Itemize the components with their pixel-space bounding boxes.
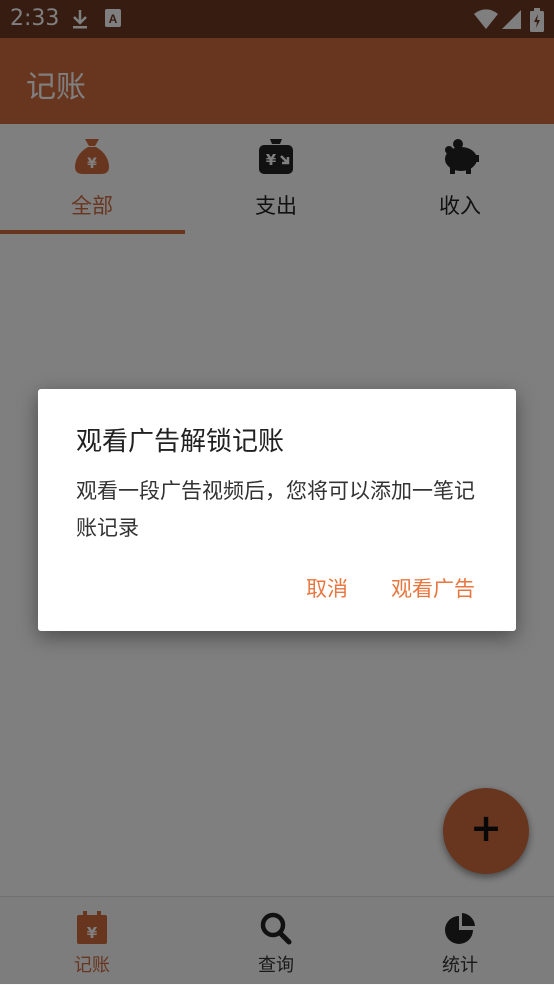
unlock-dialog: 观看广告解锁记账 观看一段广告视频后，您将可以添加一笔记账记录 取消 观看广告: [38, 389, 516, 631]
watch-ad-button[interactable]: 观看广告: [391, 573, 475, 603]
dialog-message: 观看一段广告视频后，您将可以添加一笔记账记录: [76, 479, 475, 540]
cancel-button[interactable]: 取消: [306, 573, 348, 603]
dialog-title: 观看广告解锁记账: [76, 427, 285, 457]
